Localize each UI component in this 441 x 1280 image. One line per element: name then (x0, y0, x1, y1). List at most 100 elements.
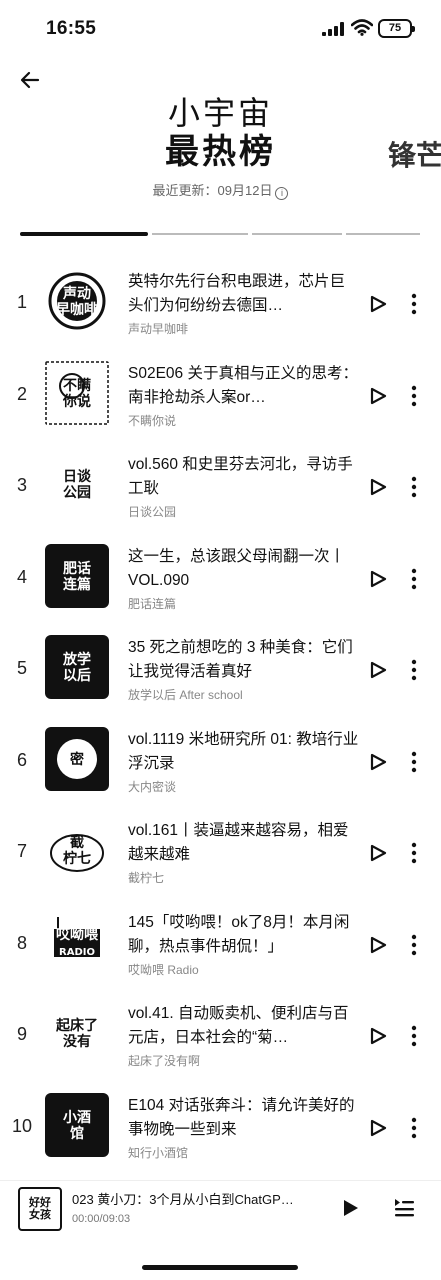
episode-cover[interactable]: 声动早咖啡 (44, 268, 110, 334)
next-board-title[interactable]: 锋芒 (388, 134, 441, 174)
episode-row[interactable]: 6 密 vol.1119 米地研究所 01: 教培行业浮沉录 大内密谈 (0, 716, 441, 808)
cellular-signal-icon (322, 22, 344, 36)
cover-art-text: 截柠七 (63, 834, 91, 867)
episode-title[interactable]: S02E06 关于真相与正义的思考：南非抢劫杀人案or… (128, 362, 360, 410)
podcast-name[interactable]: 声动早咖啡 (128, 320, 360, 337)
podcast-name[interactable]: 起床了没有啊 (128, 1052, 360, 1069)
rank-number: 10 (11, 1116, 33, 1136)
info-icon[interactable]: i (275, 187, 289, 200)
now-playing-time: 00:00/09:03 (72, 1213, 131, 1225)
cover-art: 密 (45, 727, 109, 791)
rank-number: 5 (16, 658, 27, 678)
episode-row[interactable]: 1 声动早咖啡 英特尔先行台积电跟进，芯片巨头们为何纷纷去德国… 声动早咖啡 (0, 258, 441, 350)
rank-number: 2 (16, 384, 27, 404)
board-indicator (252, 233, 342, 235)
cover-art-text: 起床了没有 (55, 1017, 98, 1050)
play-icon[interactable] (368, 843, 388, 863)
episode-title[interactable]: 145「哎哟喂！ok了8月！本月闲聊，热点事件胡侃！」 (128, 911, 360, 959)
cover-art: 放学以后 (45, 635, 109, 699)
episode-title[interactable]: 英特尔先行台积电跟进，芯片巨头们为何纷纷去德国… (128, 270, 360, 318)
mini-player[interactable]: 好好 女孩 023 黄小刀：3个月从小白到ChatGP… 00:00/09:03 (0, 1180, 441, 1280)
rank-number: 8 (16, 933, 27, 953)
more-options-icon[interactable] (404, 565, 424, 593)
more-options-icon[interactable] (404, 656, 424, 684)
episode-title[interactable]: vol.1119 米地研究所 01: 教培行业浮沉录 (128, 728, 360, 776)
episode-title[interactable]: 35 死之前想吃的 3 种美食：它们让我觉得活着真好 (128, 636, 360, 684)
episode-cover[interactable]: 小酒馆 (44, 1092, 110, 1158)
episode-cover[interactable]: 肥话连篇 (44, 543, 110, 609)
cover-art: 小酒馆 (45, 1093, 109, 1157)
podcast-name[interactable]: 哎呦喂 Radio (128, 961, 360, 978)
episode-cover[interactable]: 日谈公园 (44, 451, 110, 517)
rank-number: 4 (16, 567, 27, 587)
board-indicator (346, 233, 420, 235)
play-icon[interactable] (368, 1026, 388, 1046)
episode-cover[interactable]: 截柠七 (44, 817, 110, 883)
episode-cover[interactable]: 哎呦喂 RADIO (44, 909, 110, 975)
cover-art-text: 密 (69, 751, 84, 768)
play-icon[interactable] (368, 1118, 388, 1138)
podcast-name[interactable]: 日谈公园 (128, 503, 360, 520)
more-options-icon[interactable] (404, 473, 424, 501)
podcast-name[interactable]: 截柠七 (128, 869, 360, 886)
cover-art: 哎呦喂 RADIO (54, 917, 100, 958)
episode-row[interactable]: 8 哎呦喂 RADIO 145「哎哟喂！ok了8月！本月闲聊，热点事件胡侃！」 哎… (0, 899, 441, 991)
play-icon[interactable] (340, 1198, 360, 1218)
more-options-icon[interactable] (404, 1114, 424, 1142)
episode-title[interactable]: vol.161丨装逼越来越容易，相爱越来越难 (128, 819, 360, 867)
now-playing-title[interactable]: 023 黄小刀：3个月从小白到ChatGP… (72, 1189, 322, 1208)
episode-title[interactable]: vol.41. 自动贩卖机、便利店与百元店，日本社会的“菊… (128, 1002, 360, 1050)
rank-number: 3 (16, 475, 27, 495)
episode-row[interactable]: 3 日谈公园 vol.560 和史里芬去河北，寻访手工耿 日谈公园 (0, 441, 441, 533)
more-options-icon[interactable] (404, 839, 424, 867)
play-icon[interactable] (368, 569, 388, 589)
play-icon[interactable] (368, 386, 388, 406)
more-options-icon[interactable] (404, 748, 424, 776)
podcast-name[interactable]: 肥话连篇 (128, 595, 360, 612)
play-icon[interactable] (368, 935, 388, 955)
title-brand: 小宇宙 (167, 95, 273, 131)
episode-row[interactable]: 10 小酒馆 E104 对话张奔斗：请允许美好的事物晚一些到来 知行小酒馆 (0, 1082, 441, 1174)
episode-cover[interactable]: 密 (44, 726, 110, 792)
play-icon[interactable] (368, 660, 388, 680)
episode-title[interactable]: 这一生，总该跟父母闹翻一次丨VOL.090 (128, 545, 360, 593)
episode-title[interactable]: vol.560 和史里芬去河北，寻访手工耿 (128, 453, 360, 501)
rank-number: 6 (16, 750, 27, 770)
episode-cover[interactable]: 放学以后 (44, 634, 110, 700)
podcast-name[interactable]: 不瞒你说 (128, 412, 360, 429)
cover-art: 肥话连篇 (45, 544, 109, 608)
cover-art: 声动早咖啡 (48, 272, 106, 330)
play-icon[interactable] (368, 477, 388, 497)
episode-cover[interactable]: 不瞒你说 (44, 360, 110, 426)
more-options-icon[interactable] (404, 1022, 424, 1050)
episode-row[interactable]: 4 肥话连篇 这一生，总该跟父母闹翻一次丨VOL.090 肥话连篇 (0, 533, 441, 625)
podcast-name[interactable]: 放学以后 After school (128, 686, 360, 703)
page-title: 小宇宙 最热榜 (0, 94, 441, 172)
title-board: 最热榜 (165, 133, 276, 171)
episode-title[interactable]: E104 对话张奔斗：请允许美好的事物晚一些到来 (128, 1094, 360, 1142)
episode-row[interactable]: 7 截柠七 vol.161丨装逼越来越容易，相爱越来越难 截柠七 (0, 807, 441, 899)
now-playing-cover[interactable]: 好好 女孩 (18, 1187, 62, 1231)
episode-row[interactable]: 2 不瞒你说 S02E06 关于真相与正义的思考：南非抢劫杀人案or… 不瞒你说 (0, 350, 441, 442)
board-page-indicator (0, 230, 441, 238)
rank-number: 7 (16, 841, 27, 861)
episode-row[interactable]: 5 放学以后 35 死之前想吃的 3 种美食：它们让我觉得活着真好 放学以后 A… (0, 624, 441, 716)
back-button[interactable] (16, 66, 44, 94)
episode-cover[interactable]: 起床了没有 (44, 1000, 110, 1066)
cover-art-text: 不瞒你说 (62, 377, 91, 410)
update-text: 最近更新：09月12日 (152, 183, 273, 198)
cover-art: 日谈公园 (63, 468, 92, 501)
rank-number: 9 (16, 1024, 27, 1044)
play-icon[interactable] (368, 294, 388, 314)
playlist-icon[interactable] (392, 1195, 416, 1219)
episode-row[interactable]: 9 起床了没有 vol.41. 自动贩卖机、便利店与百元店，日本社会的“菊… 起… (0, 990, 441, 1082)
more-options-icon[interactable] (404, 382, 424, 410)
podcast-name[interactable]: 知行小酒馆 (128, 1144, 360, 1161)
play-icon[interactable] (368, 752, 388, 772)
more-options-icon[interactable] (404, 931, 424, 959)
home-indicator (142, 1265, 298, 1270)
now-playing-cover-text: 好好 女孩 (29, 1197, 51, 1221)
more-options-icon[interactable] (404, 290, 424, 318)
battery-level: 75 (388, 22, 402, 34)
podcast-name[interactable]: 大内密谈 (128, 778, 360, 795)
